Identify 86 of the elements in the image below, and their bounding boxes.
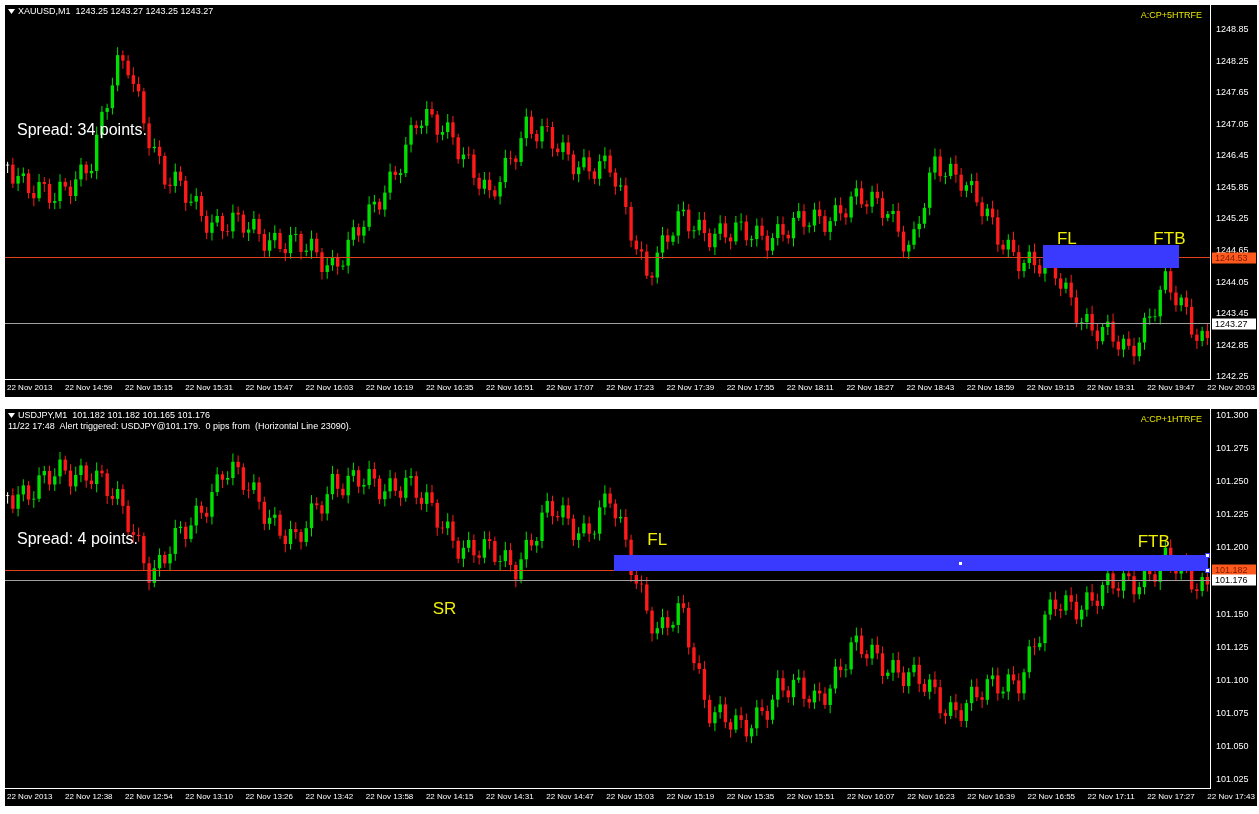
time-label: 22 Nov 19:47: [1147, 382, 1195, 394]
price-tick-label: 101.200: [1216, 542, 1249, 553]
time-label: 22 Nov 15:35: [726, 791, 775, 803]
price-tick-label: 101.300: [1216, 410, 1249, 421]
time-label: 22 Nov 16:19: [365, 382, 414, 394]
time-label: 22 Nov 16:39: [967, 791, 1015, 803]
time-label: 22 Nov 14:15: [425, 791, 474, 803]
price-tick-label: 1243.45: [1216, 308, 1249, 319]
time-label: 22 Nov 18:59: [966, 382, 1015, 394]
price-tick-label: 1242.85: [1216, 339, 1249, 350]
price-tick-label: 101.100: [1216, 674, 1249, 685]
time-label: 22 Nov 13:58: [365, 791, 414, 803]
time-label: 22 Nov 14:31: [486, 791, 534, 803]
broker-label: A:CP+1HTRFE: [1140, 414, 1202, 424]
price-tick-label: 1242.25: [1216, 371, 1249, 382]
broker-label: A:CP+5HTRFE: [1140, 10, 1202, 20]
time-label: 22 Nov 15:15: [125, 382, 173, 394]
time-label: 22 Nov 17:55: [726, 382, 775, 394]
price-tick-label: 1244.05: [1216, 276, 1249, 287]
time-label: 22 Nov 17:07: [546, 382, 594, 394]
chart-annotation: FL: [647, 530, 668, 551]
price-tick-label: 1245.25: [1216, 213, 1249, 224]
time-label: 22 Nov 16:35: [425, 382, 474, 394]
price-tick-label: 101.025: [1216, 774, 1249, 785]
price-tick-label: 101.250: [1216, 476, 1249, 487]
time-label: 22 Nov 15:03: [606, 791, 654, 803]
chart-annotation: SR: [432, 598, 457, 619]
price-tick-label: 101.050: [1216, 741, 1249, 751]
time-label: 22 Nov 12:54: [125, 791, 173, 803]
time-label: 22 Nov 2013: [7, 382, 53, 394]
time-label: 22 Nov 15:19: [666, 791, 715, 803]
time-label: 22 Nov 16:51: [486, 382, 534, 394]
spread-text: Spread: 4 points.: [17, 530, 138, 549]
price-tick-label: 1247.65: [1216, 87, 1249, 98]
time-label: 22 Nov 18:11: [786, 382, 834, 394]
price-tick-label: 1246.45: [1216, 150, 1249, 161]
time-label: 22 Nov 14:59: [64, 382, 113, 394]
time-label: 22 Nov 13:26: [245, 791, 293, 803]
price-label: 1243.27: [1212, 318, 1256, 330]
time-label: 22 Nov 16:07: [846, 791, 895, 803]
time-label: 22 Nov 17:43: [1207, 791, 1255, 803]
time-label: 22 Nov 15:47: [245, 382, 293, 394]
price-tick-label: 1247.05: [1216, 118, 1249, 129]
time-label: 22 Nov 12:38: [64, 791, 113, 803]
time-label: 22 Nov 18:27: [846, 382, 894, 394]
alert-text: 11/22 17:48 Alert triggered: USDJPY@101.179. 0 pips from (Horizontal Line 23090).: [8, 421, 352, 431]
handle-icon[interactable]: [1204, 567, 1210, 573]
price-tick-label: 1248.25: [1216, 55, 1249, 66]
symbol-quote-text: XAUUSD,M1 1243.25 1243.27 1243.25 1243.27: [18, 6, 214, 16]
time-label: 22 Nov 19:15: [1026, 382, 1075, 394]
price-tick-label: 101.150: [1216, 608, 1249, 619]
chart-annotation: FL: [1056, 229, 1077, 250]
price-tick-label: 1245.85: [1216, 181, 1249, 192]
time-label: 22 Nov 13:42: [305, 791, 354, 803]
time-label: 22 Nov 19:31: [1087, 382, 1135, 394]
price-label: 1244.53: [1212, 252, 1256, 264]
chart-annotation: FTB: [1137, 532, 1170, 553]
time-label: 22 Nov 15:51: [786, 791, 835, 803]
price-label: 101.182: [1212, 564, 1256, 576]
price-tick-label: 101.125: [1216, 641, 1249, 652]
time-label: 22 Nov 16:03: [305, 382, 354, 394]
time-label: 22 Nov 13:10: [185, 791, 233, 803]
zone-rectangle[interactable]: [1042, 245, 1179, 269]
time-label: 22 Nov 17:39: [666, 382, 715, 394]
price-tick-label: 101.275: [1216, 443, 1249, 454]
time-label: 22 Nov 14:47: [546, 791, 594, 803]
price-label: 101.176: [1212, 574, 1256, 586]
time-label: 22 Nov 18:43: [906, 382, 955, 394]
price-tick-label: 101.075: [1216, 707, 1249, 718]
chart-annotation: FTB: [1153, 229, 1186, 250]
price-tick-label: 101.225: [1216, 509, 1249, 520]
time-label: 22 Nov 15:31: [185, 382, 233, 394]
time-label: 22 Nov 17:27: [1147, 791, 1195, 803]
time-label: 22 Nov 17:11: [1087, 791, 1135, 803]
price-tick-label: 1248.85: [1216, 24, 1249, 34]
time-label: 22 Nov 16:23: [907, 791, 955, 803]
time-label: 22 Nov 2013: [7, 791, 53, 803]
price-tick-label: 1244.65: [1216, 244, 1249, 255]
dropdown-icon[interactable]: [8, 8, 15, 14]
time-label: 22 Nov 16:55: [1027, 791, 1076, 803]
handle-icon[interactable]: [958, 561, 964, 567]
time-label: 22 Nov 20:03: [1207, 382, 1255, 394]
symbol-quote-text: USDJPY,M1 101.182 101.182 101.165 101.176: [18, 410, 210, 420]
time-label: 22 Nov 17:23: [606, 382, 654, 394]
dropdown-icon[interactable]: [8, 412, 15, 418]
handle-icon[interactable]: [1204, 552, 1210, 558]
